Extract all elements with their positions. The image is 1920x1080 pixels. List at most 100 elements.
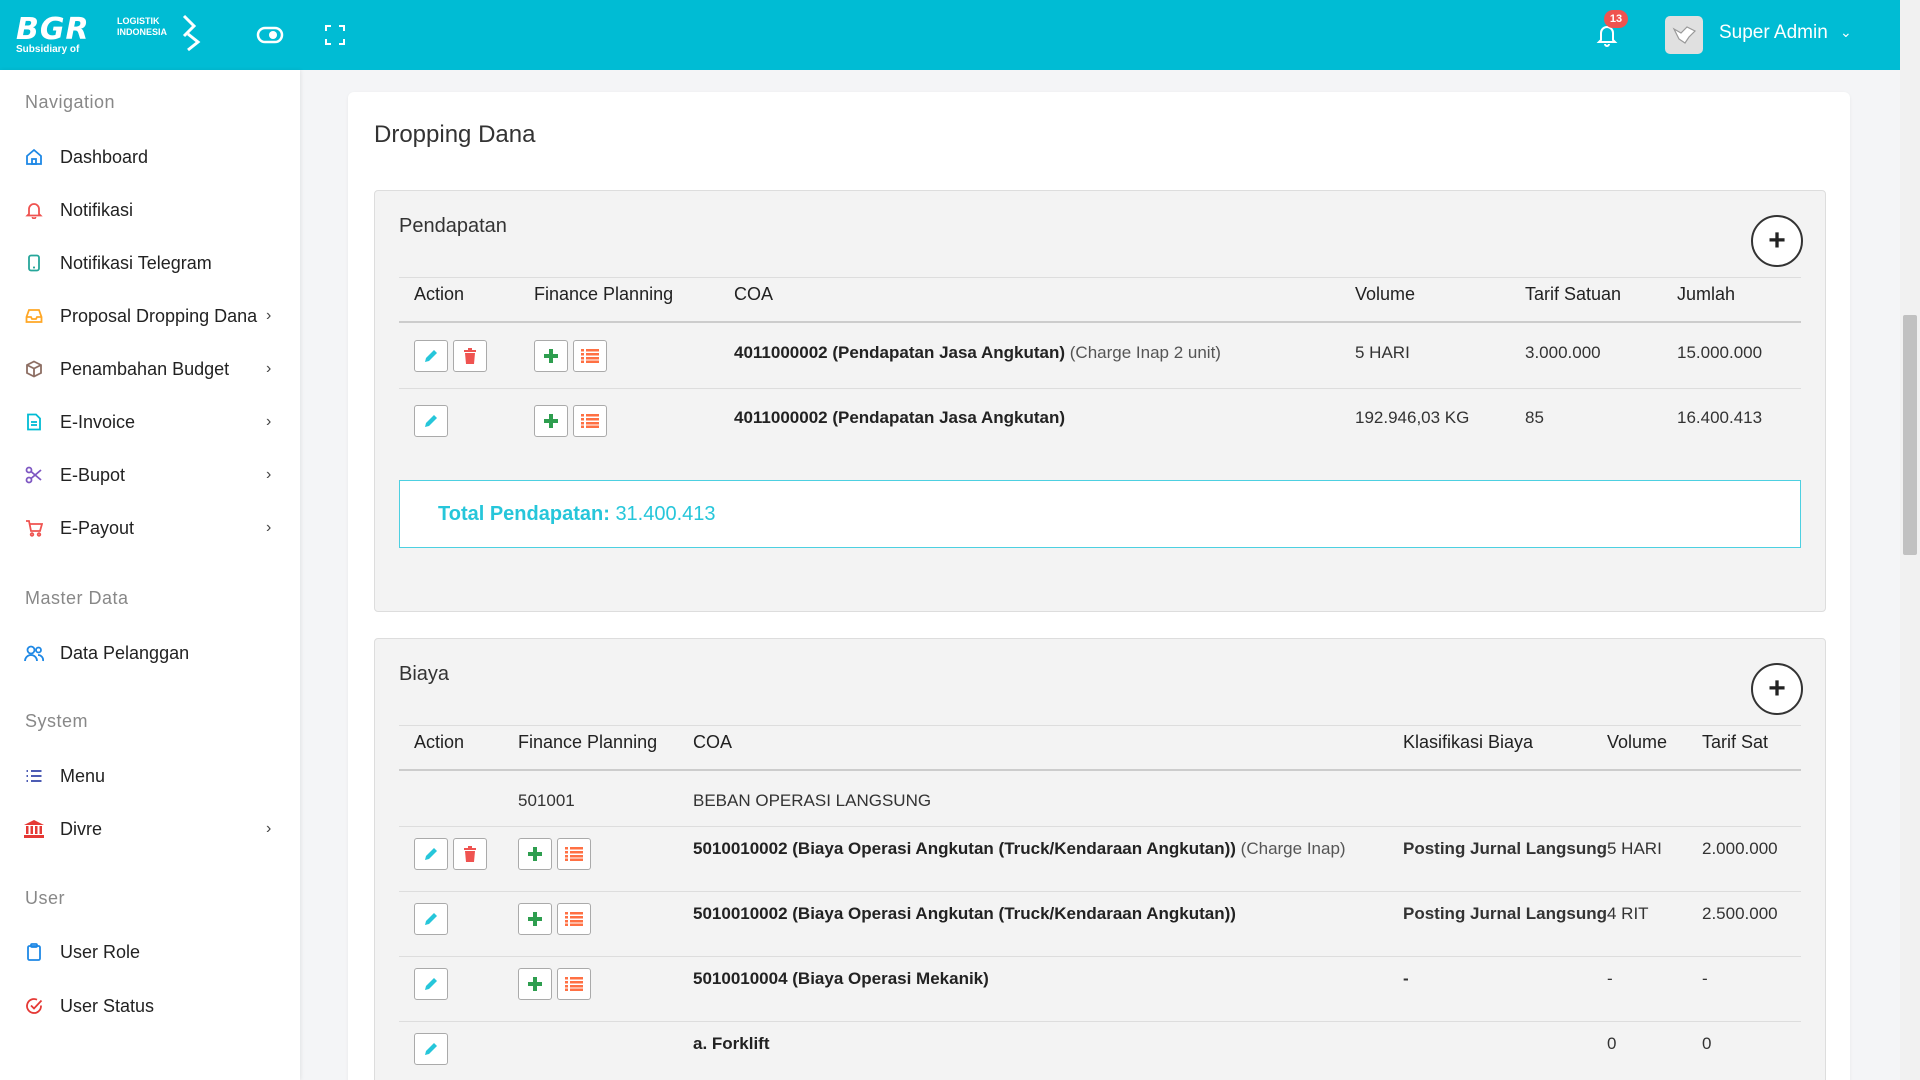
sidebar-item-penambahan-budget[interactable]: Penambahan Budget › xyxy=(0,347,300,391)
coa-cell: 5010010004 (Biaya Operasi Mekanik) xyxy=(693,969,989,988)
sidebar-item-label: Notifikasi Telegram xyxy=(60,252,212,273)
group-code: 501001 xyxy=(518,791,575,810)
add-biaya-button[interactable]: + xyxy=(1751,663,1803,715)
volume-cell: - xyxy=(1607,969,1613,988)
total-pendapatan: Total Pendapatan: 31.400.413 xyxy=(438,503,716,525)
scrollbar-thumb[interactable] xyxy=(1903,315,1917,555)
trash-icon xyxy=(464,348,476,364)
edit-button[interactable] xyxy=(414,405,448,437)
col-header: Klasifikasi Biaya xyxy=(1403,732,1534,752)
sidebar-item-label: Data Pelanggan xyxy=(60,642,190,663)
list-finance-planning-button[interactable] xyxy=(557,968,591,1000)
sidebar-item-label: Notifikasi xyxy=(60,199,134,220)
plus-icon xyxy=(528,847,542,861)
sidebar-item-notifikasi[interactable]: Notifikasi xyxy=(0,188,300,232)
sidebar-section-user: User xyxy=(25,888,66,908)
volume-cell: 5 HARI xyxy=(1607,839,1662,858)
col-header: COA xyxy=(693,732,733,752)
biaya-table: Action Finance Planning COA Klasifikasi … xyxy=(399,713,1801,1080)
sidebar-item-notifikasi-telegram[interactable]: Notifikasi Telegram xyxy=(0,241,300,285)
sidebar-item-data-pelanggan[interactable]: Data Pelanggan xyxy=(0,631,300,675)
clipboard-icon xyxy=(24,942,44,962)
pendapatan-panel: Pendapatan + Action Finance Planning COA… xyxy=(374,190,1826,612)
sidebar-item-label: Menu xyxy=(60,765,106,786)
pencil-icon xyxy=(425,350,437,362)
scissors-icon xyxy=(24,465,44,485)
sidebar-item-e-invoice[interactable]: E-Invoice › xyxy=(0,400,300,444)
sidebar-item-menu[interactable]: Menu xyxy=(0,754,300,798)
sidebar-item-e-bupot[interactable]: E-Bupot › xyxy=(0,453,300,497)
edit-button[interactable] xyxy=(414,968,448,1000)
avatar[interactable] xyxy=(1665,16,1703,54)
add-finance-planning-button[interactable] xyxy=(534,340,568,372)
file-icon xyxy=(24,412,44,432)
sidebar-item-divre[interactable]: Divre › xyxy=(0,807,300,851)
tarif-cell: 2.500.000 xyxy=(1702,904,1778,923)
add-finance-planning-button[interactable] xyxy=(518,838,552,870)
chevron-right-icon: › xyxy=(266,519,272,536)
chevron-down-icon[interactable]: ⌄ xyxy=(1840,24,1852,41)
pencil-icon xyxy=(425,978,437,990)
sidebar-section-navigation: Navigation xyxy=(25,92,116,112)
user-name[interactable]: Super Admin xyxy=(1719,22,1828,44)
delete-button[interactable] xyxy=(453,838,487,870)
page-title: Dropping Dana xyxy=(374,121,536,148)
sidebar-item-user-role[interactable]: User Role xyxy=(0,930,300,974)
sidebar-item-user-status[interactable]: User Status xyxy=(0,984,300,1028)
col-header: Tarif Sat xyxy=(1702,732,1769,752)
list-icon xyxy=(565,912,583,926)
logo-tagline: Subsidiary of xyxy=(16,44,80,55)
list-finance-planning-button[interactable] xyxy=(557,903,591,935)
row-divider xyxy=(399,1021,1801,1022)
klasifikasi-cell: Posting Jurnal Langsung xyxy=(1403,839,1608,858)
sidebar-item-label: User Status xyxy=(60,995,155,1016)
notification-badge: 13 xyxy=(1604,10,1628,28)
sidebar-item-label: Penambahan Budget xyxy=(60,358,230,379)
sidebar-item-proposal-dropping-dana[interactable]: Proposal Dropping Dana › xyxy=(0,294,300,338)
col-header: Action xyxy=(414,732,465,752)
pencil-icon xyxy=(425,1043,437,1055)
toggle-sidebar-icon[interactable] xyxy=(255,20,285,50)
row-divider xyxy=(399,826,1801,827)
chevron-right-icon: › xyxy=(266,820,272,837)
edit-button[interactable] xyxy=(414,903,448,935)
list-finance-planning-button[interactable] xyxy=(573,405,607,437)
add-finance-planning-button[interactable] xyxy=(518,968,552,1000)
col-header: Finance Planning xyxy=(534,284,674,304)
chevron-right-icon: › xyxy=(266,413,272,430)
coa-cell: a. Forklift xyxy=(693,1034,770,1053)
sidebar-item-dashboard[interactable]: Dashboard xyxy=(0,135,300,179)
edit-button[interactable] xyxy=(414,340,448,372)
sidebar-item-label: E-Payout xyxy=(60,517,135,538)
sidebar-item-label: User Role xyxy=(60,941,141,962)
row-divider xyxy=(399,388,1801,389)
plus-icon xyxy=(528,977,542,991)
sidebar: Navigation Dashboard Notifikasi Notifika… xyxy=(0,70,300,1080)
add-pendapatan-button[interactable]: + xyxy=(1751,215,1803,267)
sidebar-section-master-data: Master Data xyxy=(25,588,129,608)
list-finance-planning-button[interactable] xyxy=(557,838,591,870)
add-finance-planning-button[interactable] xyxy=(518,903,552,935)
plus-icon: + xyxy=(1768,224,1786,257)
klasifikasi-cell: Posting Jurnal Langsung xyxy=(1403,904,1608,923)
edit-button[interactable] xyxy=(414,1033,448,1065)
list-finance-planning-button[interactable] xyxy=(573,340,607,372)
chevron-right-icon: › xyxy=(266,307,272,324)
tarif-cell: 2.000.000 xyxy=(1702,839,1778,858)
divider xyxy=(399,277,1801,278)
coa-cell: 4011000002 (Pendapatan Jasa Angkutan) (C… xyxy=(734,343,1221,362)
jumlah-cell: 15.000.000 xyxy=(1677,343,1763,362)
edit-button[interactable] xyxy=(414,838,448,870)
plus-icon: + xyxy=(1768,672,1786,705)
top-bar: BGR LOGISTIK INDONESIA Subsidiary of 13 … xyxy=(0,0,1900,70)
plus-icon xyxy=(544,414,558,428)
sidebar-item-e-payout[interactable]: E-Payout › xyxy=(0,506,300,550)
col-header: Tarif Satuan xyxy=(1525,284,1622,304)
delete-button[interactable] xyxy=(453,340,487,372)
sidebar-item-label: Divre xyxy=(60,818,103,839)
biaya-title: Biaya xyxy=(399,663,450,685)
plus-icon xyxy=(528,912,542,926)
fullscreen-icon[interactable] xyxy=(320,20,350,50)
logo[interactable]: BGR LOGISTIK INDONESIA Subsidiary of xyxy=(14,10,204,58)
add-finance-planning-button[interactable] xyxy=(534,405,568,437)
